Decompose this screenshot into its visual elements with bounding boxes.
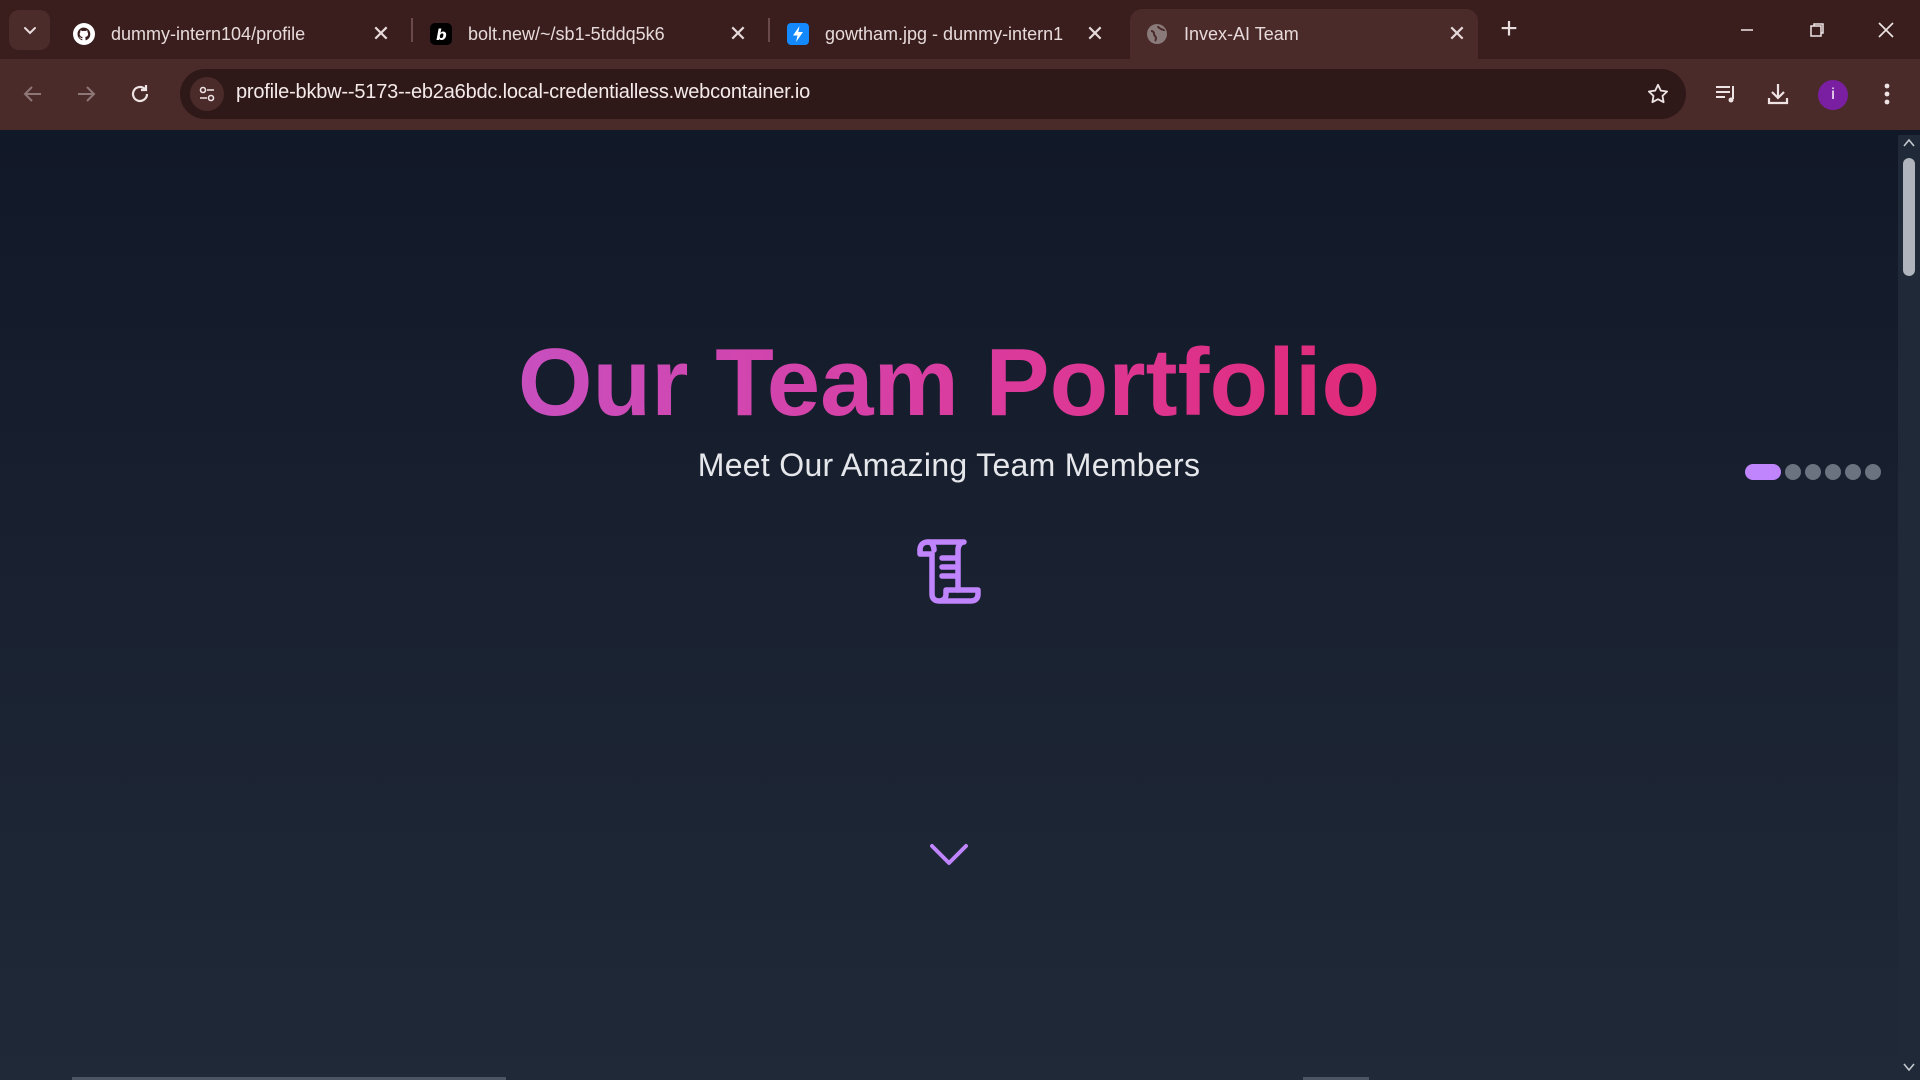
scroll-down-icon[interactable] — [1903, 1062, 1915, 1072]
tab-title: dummy-intern104/profile — [111, 23, 306, 44]
download-icon[interactable] — [1761, 77, 1795, 111]
pagination-dot[interactable] — [1805, 464, 1821, 480]
close-icon — [1878, 22, 1894, 38]
close-icon[interactable]: ✕ — [366, 19, 396, 49]
chevron-down-icon[interactable] — [928, 838, 970, 868]
pagination-dot[interactable] — [1745, 464, 1781, 480]
pagination-dot[interactable] — [1825, 464, 1841, 480]
browser-toolbar: profile-bkbw--5173--eb2a6bdc.local-crede… — [0, 59, 1920, 130]
page-viewport — [0, 135, 1898, 1080]
github-icon — [71, 21, 97, 47]
close-icon[interactable]: ✕ — [723, 19, 753, 49]
media-control-icon[interactable] — [1709, 77, 1743, 111]
more-menu-icon[interactable] — [1870, 77, 1904, 111]
scrollbar-thumb[interactable] — [1903, 158, 1915, 276]
tab-search-button[interactable] — [9, 10, 50, 50]
chevron-down-icon — [23, 27, 36, 35]
back-button[interactable] — [15, 76, 51, 112]
reload-button[interactable] — [122, 76, 158, 112]
scroll-up-icon[interactable] — [1903, 138, 1915, 148]
close-icon[interactable]: ✕ — [1080, 19, 1110, 49]
page-scrollbar[interactable] — [1898, 135, 1920, 1080]
close-window-button[interactable] — [1866, 10, 1906, 50]
hero-title: Our Team Portfolio — [0, 328, 1898, 438]
reload-icon — [131, 85, 149, 103]
stackblitz-icon — [785, 21, 811, 47]
tab-strip: dummy-intern104/profile ✕ b bolt.new/~/s… — [0, 0, 1920, 59]
pagination-dot[interactable] — [1845, 464, 1861, 480]
address-bar[interactable]: profile-bkbw--5173--eb2a6bdc.local-crede… — [180, 69, 1686, 119]
arrow-right-icon — [78, 86, 96, 102]
profile-avatar[interactable]: i — [1818, 80, 1848, 110]
tab-title: Invex-AI Team — [1184, 23, 1299, 44]
restore-icon — [1810, 23, 1824, 37]
site-settings-icon[interactable] — [190, 77, 224, 111]
bolt-icon: b — [428, 21, 454, 47]
arrow-left-icon — [23, 86, 41, 102]
minimize-button[interactable] — [1727, 10, 1767, 50]
bookmark-star-icon[interactable] — [1644, 80, 1672, 108]
hero-title-text: Our Team Portfolio — [517, 329, 1381, 436]
tab-title: gowtham.jpg - dummy-intern1 — [825, 23, 1064, 44]
scroll-icon — [917, 539, 981, 604]
restore-button[interactable] — [1797, 10, 1837, 50]
tab-invex-ai-team[interactable]: Invex-AI Team ✕ — [1130, 9, 1478, 59]
url-text[interactable]: profile-bkbw--5173--eb2a6bdc.local-crede… — [236, 81, 810, 104]
close-icon[interactable]: ✕ — [1442, 19, 1472, 49]
tab-stackblitz[interactable]: gowtham.jpg - dummy-intern1 ✕ — [771, 9, 1116, 59]
globe-icon — [1144, 21, 1170, 47]
svg-text:b: b — [436, 26, 447, 44]
tab-bolt[interactable]: b bolt.new/~/sb1-5tddq5k6 ✕ — [414, 9, 759, 59]
section-pagination — [1745, 462, 1881, 482]
pagination-dot[interactable] — [1865, 464, 1881, 480]
tab-title: bolt.new/~/sb1-5tddq5k6 — [468, 23, 665, 44]
pagination-dot[interactable] — [1785, 464, 1801, 480]
new-tab-button[interactable]: + — [1493, 14, 1525, 46]
hero-subtitle: Meet Our Amazing Team Members — [697, 447, 1201, 483]
minimize-icon — [1741, 29, 1753, 31]
tab-github[interactable]: dummy-intern104/profile ✕ — [57, 9, 402, 59]
tab-separator — [411, 18, 413, 42]
forward-button[interactable] — [68, 76, 104, 112]
tab-separator — [768, 18, 770, 42]
